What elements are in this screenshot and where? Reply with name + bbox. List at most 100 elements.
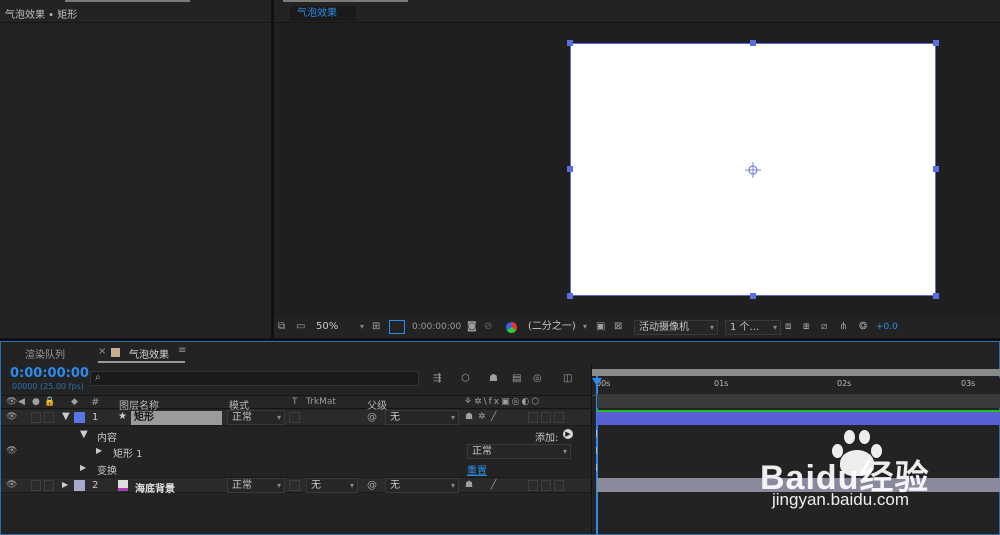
- lock-icon[interactable]: 🔒: [44, 396, 55, 408]
- composition-tab[interactable]: 气泡效果: [290, 6, 356, 21]
- preserve-transparency-toggle[interactable]: [289, 480, 300, 491]
- layer-parent-dropdown[interactable]: 无 ▾: [385, 410, 459, 425]
- handle-bottom-mid[interactable]: [750, 293, 756, 299]
- layer-name[interactable]: 海底背景: [135, 480, 175, 495]
- property-row-contents[interactable]: ▼ 内容 添加: ▶: [1, 427, 590, 444]
- flowchart-icon[interactable]: ⋔: [839, 321, 847, 333]
- handle-mid-left[interactable]: [567, 166, 573, 172]
- pick-whip-icon[interactable]: @: [367, 412, 377, 424]
- layer-mode-dropdown[interactable]: 正常 ▾: [227, 478, 285, 493]
- rect-mode-value: 正常: [472, 446, 492, 457]
- trkmat-dropdown[interactable]: 无 ▾: [306, 478, 358, 493]
- expand-arrow-icon[interactable]: ▼: [62, 411, 70, 423]
- resolution-grid-icon[interactable]: ⊞: [372, 321, 380, 333]
- comp-flowchart-icon[interactable]: ⧄: [821, 321, 827, 333]
- handle-top-mid[interactable]: [750, 40, 756, 46]
- anchor-point-icon[interactable]: [745, 162, 761, 178]
- layer-parent-dropdown[interactable]: 无 ▾: [385, 478, 459, 493]
- close-tab-icon[interactable]: ×: [98, 346, 106, 357]
- collapse-switch-icon[interactable]: ✲: [478, 411, 486, 423]
- property-row-rect[interactable]: 👁 ▶ 矩形 1 正常 ▾: [1, 443, 590, 460]
- label-tag-icon[interactable]: ◆: [71, 396, 78, 408]
- audio-toggle[interactable]: [31, 480, 41, 491]
- transparency-grid-icon[interactable]: [389, 320, 405, 334]
- layer-search-input[interactable]: ⌕: [90, 371, 419, 386]
- composition-viewer[interactable]: [274, 23, 1000, 316]
- chevron-down-icon: ▾: [276, 481, 281, 490]
- layer-label-color[interactable]: [74, 412, 85, 423]
- switch-box[interactable]: [554, 480, 564, 491]
- switch-box[interactable]: [554, 412, 564, 423]
- eye-icon[interactable]: 👁: [6, 445, 17, 457]
- monitor-icon[interactable]: ▭: [296, 321, 305, 333]
- preserve-transparency-toggle[interactable]: [289, 412, 300, 423]
- comp-mini-flowchart-icon[interactable]: ⇶: [433, 373, 441, 385]
- handle-top-right[interactable]: [933, 40, 939, 46]
- tab-render-queue[interactable]: 渲染队列: [25, 346, 65, 361]
- project-panel-title: 气泡效果 • 矩形: [5, 10, 78, 21]
- exposure-reset-icon[interactable]: ❂: [859, 321, 867, 333]
- region-of-interest-icon[interactable]: ▣: [596, 321, 605, 333]
- frame-blending-icon[interactable]: ▤: [512, 373, 521, 385]
- tab-composition[interactable]: 气泡效果: [129, 346, 169, 361]
- reset-link[interactable]: 重置: [467, 462, 487, 477]
- eye-icon[interactable]: 👁: [6, 479, 17, 491]
- fast-preview-icon[interactable]: ⧈: [785, 321, 791, 333]
- color-channels-icon[interactable]: [506, 322, 517, 333]
- graph-editor-icon[interactable]: ◫: [563, 373, 572, 385]
- add-property-button[interactable]: ▶: [563, 429, 573, 439]
- layer-label-color[interactable]: [74, 480, 85, 491]
- switch-box[interactable]: [541, 412, 551, 423]
- shy-switch-icon[interactable]: ☗: [465, 411, 473, 423]
- viewer-timecode[interactable]: 0:00:00:00: [412, 322, 461, 332]
- timeline-icon[interactable]: ⧆: [803, 321, 809, 333]
- layer-1-duration-bar[interactable]: [597, 410, 1000, 425]
- expand-arrow-icon[interactable]: ▼: [80, 429, 88, 441]
- layer-row-2[interactable]: 👁 ▶ 2 海底背景 正常 ▾ 无 ▾ @ 无 ▾ ☗ ╱: [1, 477, 590, 495]
- always-preview-icon[interactable]: ⧉: [278, 321, 285, 333]
- keyframe-marker: I: [595, 429, 598, 440]
- handle-bottom-right[interactable]: [933, 293, 939, 299]
- rect-mode-dropdown[interactable]: 正常 ▾: [467, 444, 571, 459]
- lock-toggle[interactable]: [44, 480, 54, 491]
- resolution-dropdown[interactable]: (二分之一) ▾: [524, 320, 590, 335]
- eye-icon[interactable]: 👁: [6, 411, 17, 423]
- solo-icon[interactable]: ●: [32, 396, 40, 408]
- layer-name-field[interactable]: 矩形: [131, 411, 222, 425]
- quality-switch-icon[interactable]: ╱: [491, 411, 496, 423]
- keyframe-marker: I: [595, 446, 598, 457]
- exposure-value[interactable]: +0.0: [876, 322, 898, 332]
- expand-arrow-icon[interactable]: ▶: [80, 462, 86, 474]
- layer-row-1[interactable]: 👁 ▼ 1 ★ 矩形 正常 ▾ @ 无 ▾ ☗ ✲ ╱: [1, 410, 590, 426]
- lock-toggle[interactable]: [44, 412, 54, 423]
- work-area-bar[interactable]: [592, 369, 1000, 376]
- handle-bottom-left[interactable]: [567, 293, 573, 299]
- draft-3d-icon[interactable]: ⬡: [461, 373, 470, 385]
- eye-icon[interactable]: 👁: [6, 396, 17, 408]
- handle-mid-right[interactable]: [933, 166, 939, 172]
- shy-layers-icon[interactable]: ☗: [489, 373, 498, 385]
- audio-icon[interactable]: ◀: [18, 396, 25, 408]
- chevron-down-icon: ▾: [709, 323, 714, 332]
- motion-blur-icon[interactable]: ◎: [533, 373, 542, 385]
- camera-dropdown[interactable]: 活动摄像机 ▾: [634, 320, 718, 335]
- layer-mode-dropdown[interactable]: 正常 ▾: [227, 410, 285, 425]
- audio-toggle[interactable]: [31, 412, 41, 423]
- show-snapshot-icon[interactable]: ⊘: [484, 321, 492, 333]
- zoom-dropdown[interactable]: 50% ▾: [312, 320, 367, 335]
- switch-box[interactable]: [528, 480, 538, 491]
- views-dropdown[interactable]: 1 个... ▾: [725, 320, 781, 335]
- camera-snapshot-icon[interactable]: ◙: [467, 321, 477, 333]
- expand-arrow-icon[interactable]: ▶: [62, 479, 68, 491]
- quality-switch-icon[interactable]: ╱: [491, 479, 496, 491]
- toggle-transparency-icon[interactable]: ⊠: [614, 321, 622, 333]
- handle-top-left[interactable]: [567, 40, 573, 46]
- switch-box[interactable]: [528, 412, 538, 423]
- expand-arrow-icon[interactable]: ▶: [96, 445, 102, 457]
- property-row-transform[interactable]: ▶ 变换 重置: [1, 460, 590, 477]
- switch-box[interactable]: [541, 480, 551, 491]
- current-timecode[interactable]: 0:00:00:00: [10, 366, 89, 381]
- pick-whip-icon[interactable]: @: [367, 480, 377, 492]
- tab-menu-icon[interactable]: ≡: [178, 345, 186, 356]
- shy-switch-icon[interactable]: ☗: [465, 479, 473, 491]
